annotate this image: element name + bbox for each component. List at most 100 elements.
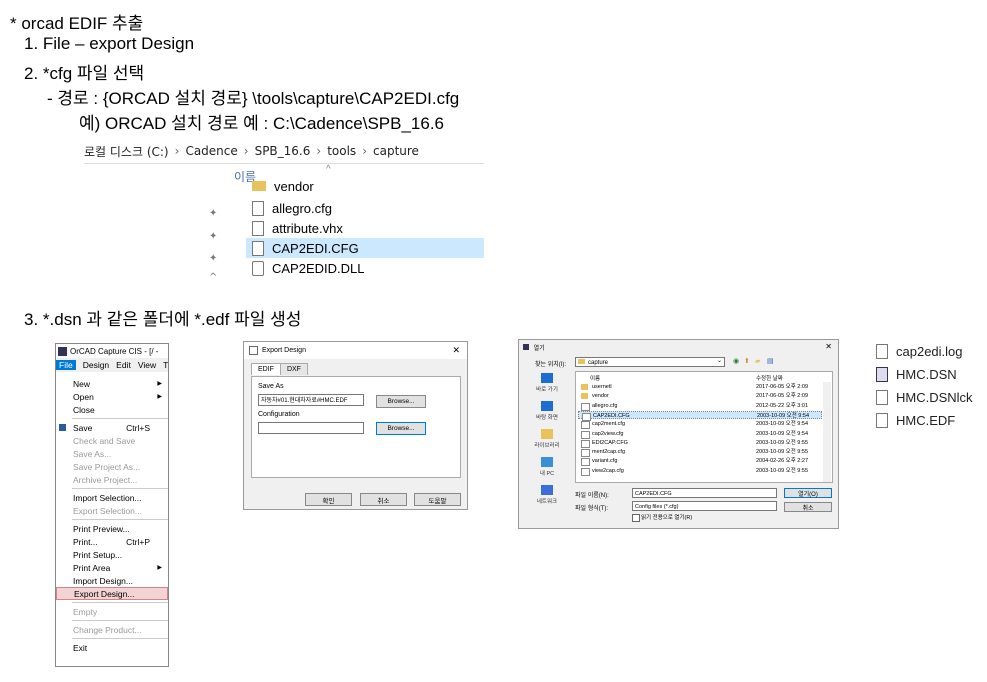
menu-tools[interactable]: T [163, 360, 168, 370]
menu-item-print-area[interactable]: Print Area ▶ [56, 561, 168, 574]
list-item-selected[interactable]: CAP2EDI.CFG [246, 238, 484, 258]
file-icon [581, 449, 590, 458]
menu-view[interactable]: View [138, 360, 156, 370]
filetype-select[interactable]: Config files (*.cfg) [632, 501, 777, 511]
list-item[interactable]: CAP2EDI.CFG 2003-10-09 오전 9:54 [578, 410, 822, 421]
menu-item-save-project-as[interactable]: Save Project As... [56, 460, 168, 473]
place-item[interactable]: 네트워크 [523, 485, 571, 511]
filename-input[interactable]: CAP2EDI.CFG [632, 488, 777, 498]
file-date: 2003-10-09 오전 9:55 [756, 439, 809, 446]
tab-bar: EDIF DXF [251, 363, 308, 375]
menu-item-label: Empty [73, 606, 98, 617]
breadcrumb-item[interactable]: SPB_16.6 [255, 144, 311, 158]
file-icon [876, 389, 888, 405]
menu-item-import-design[interactable]: Import Design... [56, 574, 168, 587]
menu-design[interactable]: Design [83, 360, 109, 370]
file-menu: New ▶ Open ▶ Close Save Ctrl+S Check and Save Sa… [56, 377, 168, 654]
tab-edif[interactable]: EDIF [251, 363, 281, 375]
places-bar: 바로 가기바탕 화면라이브러리 내 PC 네트워크 [523, 371, 571, 505]
breadcrumb-item[interactable]: capture [373, 144, 419, 158]
breadcrumb-item[interactable]: tools [327, 144, 356, 158]
menu-item-change-product[interactable]: Change Product... [56, 623, 168, 636]
folder-icon [252, 181, 266, 191]
new-folder-icon[interactable]: ▰ [755, 357, 760, 365]
menu-item-label: Print Area [73, 562, 111, 573]
menu-item-print-setup[interactable]: Print Setup... [56, 548, 168, 561]
open-button[interactable]: 열기(O) [784, 488, 832, 498]
cancel-button[interactable]: 취소 [784, 502, 832, 512]
chevron-down-icon[interactable]: ⌄ [717, 357, 722, 364]
browse-button[interactable]: Browse... [376, 395, 426, 408]
column-header-date[interactable]: 수정한 날짜 [756, 374, 783, 382]
browse-config-button[interactable]: Browse... [376, 422, 426, 435]
menu-item-exit[interactable]: Exit [56, 641, 168, 654]
menu-item-export-selection[interactable]: Export Selection... [56, 504, 168, 517]
list-item[interactable]: cap2view.cfg 2003-10-09 오전 9:54 [578, 430, 822, 439]
close-icon[interactable]: ✕ [825, 342, 832, 351]
list-item[interactable]: variant.cfg 2004-02-26 오후 2:27 [578, 457, 822, 467]
list-item[interactable]: view2cap.cfg 2003-10-09 오전 9:55 [578, 467, 822, 476]
list-item[interactable]: vendor [246, 180, 484, 192]
list-item[interactable]: HMC.EDF [876, 410, 955, 430]
list-item[interactable]: vendor 2017-06-05 오후 2:09 [578, 392, 822, 400]
up-folder-icon[interactable]: ⬆ [744, 357, 750, 365]
list-item[interactable]: attribute.vhx [246, 218, 484, 238]
menu-item-print[interactable]: Print... Ctrl+P [56, 535, 168, 548]
ok-button[interactable]: 확인 [305, 493, 352, 506]
menu-item-close[interactable]: Close [56, 403, 168, 416]
menu-file[interactable]: File [56, 360, 76, 370]
place-label: 바탕 화면 [536, 415, 558, 421]
shortcut-label: Ctrl+P [126, 536, 150, 547]
tab-dxf[interactable]: DXF [279, 363, 308, 375]
menu-item-label: Save As... [73, 448, 112, 459]
list-item[interactable]: HMC.DSN [876, 364, 957, 384]
look-in-select[interactable]: capture [575, 357, 725, 367]
list-item[interactable]: usernetl 2017-06-05 오후 2:09 [578, 383, 822, 391]
save-as-input[interactable]: 자동차#01.현대차자료#HMC.EDF [258, 394, 364, 406]
help-button[interactable]: 도움말 [414, 493, 461, 506]
place-item[interactable]: 라이브러리 [523, 429, 571, 455]
menu-item-empty[interactable]: Empty [56, 605, 168, 618]
place-item[interactable]: 바로 가기 [523, 373, 571, 399]
menu-item-check-and-save[interactable]: Check and Save [56, 434, 168, 447]
menu-item-open[interactable]: Open ▶ [56, 390, 168, 403]
column-header-name[interactable]: 이름 [590, 374, 600, 382]
list-item[interactable]: allegro.cfg 2012-05-22 오후 3:01 [578, 402, 822, 411]
menu-item-label: New [73, 378, 91, 389]
menu-item-archive-project[interactable]: Archive Project... [56, 473, 168, 486]
menu-item-label: Print Setup... [73, 549, 123, 560]
place-icon [541, 457, 553, 467]
readonly-checkbox[interactable] [632, 514, 640, 522]
menu-item-new[interactable]: New ▶ [56, 377, 168, 390]
breadcrumb-item[interactable]: 로컬 디스크 (C:) [84, 143, 169, 160]
breadcrumb-item[interactable]: Cadence [185, 144, 237, 158]
menu-edit[interactable]: Edit [116, 360, 131, 370]
list-item[interactable]: ment2cap.cfg 2003-10-09 오전 9:55 [578, 448, 822, 458]
list-item[interactable]: EDI2CAP.CFG 2003-10-09 오전 9:55 [578, 439, 822, 448]
menu-item-print-preview[interactable]: Print Preview... [56, 522, 168, 535]
back-icon[interactable]: ◉ [733, 357, 739, 365]
menu-item-save[interactable]: Save Ctrl+S [56, 421, 168, 434]
file-date: 2004-02-26 오후 2:27 [756, 458, 809, 465]
view-menu-icon[interactable]: ▤ [767, 357, 774, 365]
place-item[interactable]: 내 PC [523, 457, 571, 483]
place-label: 네트워크 [536, 499, 558, 505]
menu-item-import-selection[interactable]: Import Selection... [56, 491, 168, 504]
cancel-button[interactable]: 취소 [360, 493, 407, 506]
close-icon[interactable]: ✕ [452, 345, 460, 356]
shortcut-label: Ctrl+S [126, 422, 150, 433]
place-item[interactable]: 바탕 화면 [523, 401, 571, 427]
list-item[interactable]: cap2ment.cfg 2003-10-09 오전 9:54 [578, 420, 822, 430]
configuration-input[interactable] [258, 422, 364, 434]
list-item[interactable]: HMC.DSNlck [876, 387, 973, 407]
menu-item-save-as[interactable]: Save As... [56, 447, 168, 460]
scrollbar[interactable] [823, 382, 831, 482]
menu-item-export-design[interactable]: Export Design... [56, 587, 168, 600]
list-item[interactable]: CAP2EDID.DLL [246, 258, 484, 278]
menu-item-label: Import Design... [73, 575, 133, 586]
list-item[interactable]: allegro.cfg [246, 198, 484, 218]
place-label: 바로 가기 [536, 387, 558, 393]
list-item[interactable]: cap2edi.log [876, 341, 963, 361]
document-icon [876, 343, 888, 359]
example-line: 예) ORCAD 설치 경로 예 : C:\Cadence\SPB_16.6 [79, 114, 445, 133]
